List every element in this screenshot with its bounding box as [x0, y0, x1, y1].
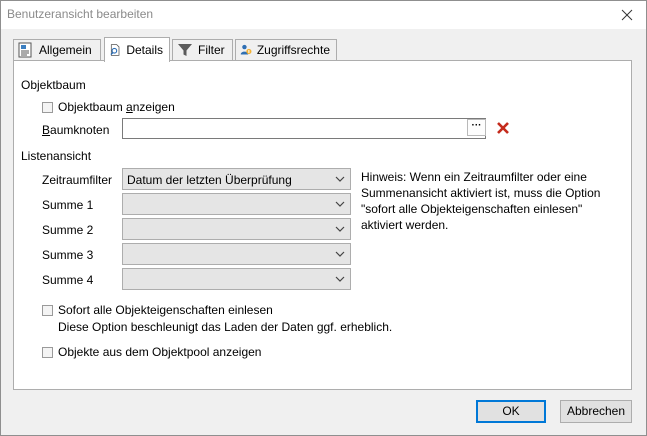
zeitraumfilter-select[interactable]: Datum der letzten Überprüfung	[122, 168, 351, 190]
chevron-down-icon	[335, 226, 345, 232]
document-search-icon	[110, 44, 120, 56]
hint-text: Hinweis: Wenn ein Zeitraumfilter oder ei…	[361, 170, 601, 232]
tab-label: Filter	[198, 43, 225, 57]
group-title-listenansicht: Listenansicht	[21, 149, 92, 163]
tab-label: Allgemein	[39, 43, 92, 57]
users-access-icon	[240, 44, 252, 55]
tab-label: Zugriffsrechte	[256, 43, 330, 57]
chevron-down-icon	[335, 251, 345, 257]
title-bar: Benutzeransicht bearbeiten	[1, 1, 646, 29]
pool-label[interactable]: Objekte aus dem Objektpool anzeigen	[58, 345, 261, 359]
window-title: Benutzeransicht bearbeiten	[7, 7, 154, 21]
red-x-icon	[497, 122, 509, 134]
tab-filter[interactable]: Filter	[172, 39, 233, 60]
dialog-window: Benutzeransicht bearbeiten Allgemein Det…	[0, 0, 647, 436]
baumknoten-label: Baumknoten	[42, 123, 110, 137]
show-tree-checkbox[interactable]	[42, 102, 53, 113]
chevron-down-icon	[335, 176, 345, 182]
close-icon	[621, 9, 633, 21]
clear-button[interactable]	[496, 121, 510, 135]
chevron-down-icon	[335, 276, 345, 282]
select-value: Datum der letzten Überprüfung	[127, 173, 292, 187]
ok-button[interactable]: OK	[476, 400, 546, 423]
summe4-label: Summe 4	[42, 273, 94, 287]
chevron-down-icon	[335, 201, 345, 207]
summe1-select[interactable]	[122, 193, 351, 215]
baumknoten-input[interactable]	[122, 118, 486, 139]
summe2-label: Summe 2	[42, 223, 94, 237]
tab-details[interactable]: Details	[104, 37, 170, 62]
read-all-description: Diese Option beschleunigt das Laden der …	[58, 320, 393, 334]
close-button[interactable]	[616, 4, 638, 26]
read-all-label[interactable]: Sofort alle Objekteigenschaften einlesen	[58, 303, 273, 317]
tab-allgemein[interactable]: Allgemein	[13, 39, 101, 60]
tab-zugriffsrechte[interactable]: Zugriffsrechte	[235, 39, 337, 60]
summe3-select[interactable]	[122, 243, 351, 265]
pool-checkbox[interactable]	[42, 347, 53, 358]
show-tree-label[interactable]: Objektbaum anzeigen	[58, 100, 175, 114]
funnel-filter-icon	[178, 44, 192, 56]
summe2-select[interactable]	[122, 218, 351, 240]
summe4-select[interactable]	[122, 268, 351, 290]
browse-button[interactable]: ···	[467, 119, 486, 136]
tab-label: Details	[126, 43, 163, 57]
details-panel: Objektbaum Objektbaum anzeigen Baumknote…	[13, 60, 632, 390]
summe1-label: Summe 1	[42, 198, 94, 212]
group-title-objektbaum: Objektbaum	[21, 78, 86, 92]
read-all-checkbox[interactable]	[42, 305, 53, 316]
summe3-label: Summe 3	[42, 248, 94, 262]
zeitraumfilter-label: Zeitraumfilter	[42, 173, 113, 187]
general-settings-icon	[18, 42, 32, 58]
cancel-button[interactable]: Abbrechen	[560, 400, 632, 423]
